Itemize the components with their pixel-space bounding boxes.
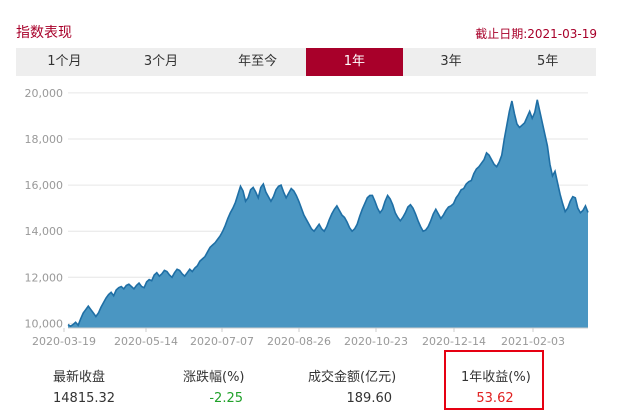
area-series	[68, 99, 588, 328]
period-tabs: 1个月 3个月 年至今 1年 3年 5年	[16, 48, 596, 76]
stat-value: 14815.32	[53, 391, 116, 406]
stat-value: -2.25	[209, 391, 243, 406]
stat-change-pct: 涨跌幅(%) -2.25	[183, 366, 245, 406]
stat-label: 最新收盘	[53, 370, 106, 385]
x-tick-label: 2020-08-26	[267, 335, 331, 348]
tab-year-to-date[interactable]: 年至今	[209, 48, 306, 76]
y-tick-label: 18,000	[25, 133, 64, 146]
header: 指数表现 截止日期:2021-03-19	[0, 0, 643, 46]
y-tick-label: 16,000	[25, 179, 64, 192]
stat-label: 涨跌幅(%)	[183, 370, 245, 385]
stat-label: 成交金额(亿元)	[308, 370, 397, 385]
stat-latest-close: 最新收盘 14815.32	[53, 366, 115, 406]
tab-3-months[interactable]: 3个月	[113, 48, 210, 76]
tab-3-years[interactable]: 3年	[403, 48, 500, 76]
x-tick-label: 2020-12-14	[422, 335, 486, 348]
x-tick-label: 2020-07-07	[190, 335, 254, 348]
y-tick-label: 10,000	[25, 317, 64, 330]
highlight-box	[444, 350, 544, 410]
x-tick-label: 2020-03-19	[32, 335, 96, 348]
as-of-date: 截止日期:2021-03-19	[475, 27, 597, 41]
y-tick-label: 14,000	[25, 225, 64, 238]
stats-row: 最新收盘 14815.32 涨跌幅(%) -2.25 成交金额(亿元) 189.…	[0, 360, 643, 417]
section-title: 指数表现	[16, 25, 72, 41]
x-tick-label: 2020-10-23	[344, 335, 408, 348]
tab-5-years[interactable]: 5年	[499, 48, 596, 76]
x-tick-label: 2021-02-03	[501, 335, 565, 348]
tab-1-month[interactable]: 1个月	[16, 48, 113, 76]
tab-1-year[interactable]: 1年	[306, 48, 403, 76]
y-tick-label: 12,000	[25, 271, 64, 284]
y-tick-label: 20,000	[25, 87, 64, 100]
stat-turnover: 成交金额(亿元) 189.60	[308, 366, 397, 406]
stat-value: 189.60	[346, 391, 393, 406]
index-performance-chart: 10,000 12,000 14,000 16,000 18,000 20,000 2020…	[25, 87, 589, 348]
x-tick-label: 2020-05-14	[114, 335, 178, 348]
